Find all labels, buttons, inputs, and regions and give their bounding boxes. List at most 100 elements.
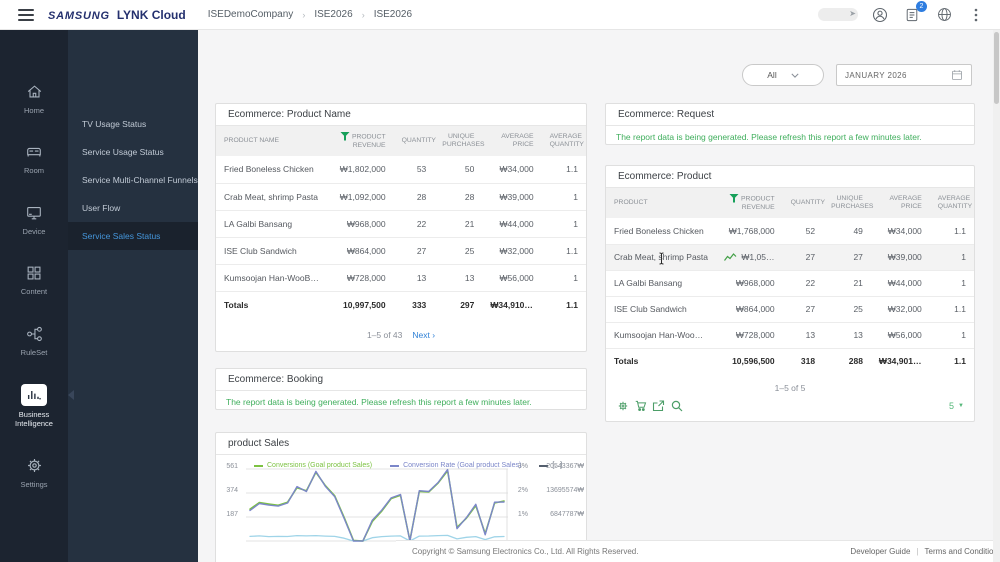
submenu-item-tv-usage-status[interactable]: TV Usage Status [68,110,198,138]
table-row[interactable]: Crab Meat, shrimp Pasta ₩1,092,000 28 28 ₩39… [216,183,586,211]
sidebar-item-ruleset[interactable]: RuleSet [0,324,68,357]
page-size-select[interactable]: 5 ▼ [949,401,964,411]
column-header[interactable]: AVERAGE PRICE [482,126,542,156]
cart-icon [635,400,646,411]
table-cell: ₩1,802,000 [327,156,394,184]
page-footer: Copyright © Samsung Electronics Co., Ltd… [396,540,1000,562]
sidebar-item-home[interactable]: Home [0,82,68,115]
column-header[interactable]: UNIQUE PURCHASES [823,188,873,218]
vertical-scrollbar[interactable] [993,30,1000,562]
table-cell: 1 [929,244,974,271]
notifications-button[interactable]: 2 [902,0,927,25]
gear-icon [618,401,627,410]
sidebar-item-business-intelligence[interactable]: Business Intelligence [0,383,68,429]
submenu-item-service-sales-status[interactable]: Service Sales Status [68,222,198,250]
search-input-collapsed[interactable]: ➤ [818,8,858,21]
scrollbar-thumb[interactable] [994,32,999,104]
right-axis-won-tick: 6847787₩ [550,511,584,518]
table-cell: 1 [541,210,586,238]
table-cell: Fried Boneless Chicken [606,218,717,245]
column-header[interactable]: AVERAGE PRICE [870,188,930,218]
column-header[interactable]: QUANTITY [782,188,825,218]
submenu-item-user-flow[interactable]: User Flow [68,194,198,222]
footer-links: Developer Guide | Terms and Conditions |… [850,547,1000,556]
sidebar-item-device[interactable]: Device [0,203,68,236]
column-header[interactable]: UNIQUE PURCHASES [434,126,485,156]
table-cell: ₩39,000 [482,183,542,211]
table-row[interactable]: Fried Boneless Chicken ₩1,802,000 53 50 ₩34,… [216,156,586,184]
hamburger-menu-icon[interactable] [18,8,34,21]
table-cell: ₩44,000 [870,270,930,297]
table-header-row: PRODUCT NAME PRODUCT REVENUE QUANTITY UNIQU… [216,126,586,156]
table-cell: 13 [823,322,871,349]
app-window: SAMSUNG LYNK Cloud ISEDemoCompany › ISE2… [0,0,1000,562]
table-cell: 1 [929,270,974,297]
submenu-item-service-usage-status[interactable]: Service Usage Status [68,138,198,166]
text-cursor [659,252,664,265]
table-row[interactable]: Kumsoojan Han-WooBeef Tartar B...₩728,00… [606,322,974,349]
table-cell: 49 [823,218,871,245]
table-cell: ₩728,000 [327,264,394,292]
sidebar-item-settings[interactable]: Settings [0,456,68,489]
submenu-item-service-multi-channel-funnels[interactable]: Service Multi-Channel Funnels [68,166,198,194]
page-range-label: 1–5 of 43 [366,330,403,340]
table-cell: ₩34,000 [870,218,930,245]
zoom-button[interactable] [670,399,683,412]
table-cell: 1 [541,264,586,292]
table-cell: ISE Club Sandwich [216,237,327,265]
totals-cell: 1.1 [929,347,974,374]
table-cell: 13 [393,264,435,292]
footer-link-terms[interactable]: Terms and Conditions [925,547,1000,556]
profile-button[interactable] [870,5,890,25]
table-row[interactable]: ISE Club Sandwich ₩864,000 27 25 ₩32,000 1.1 [606,296,974,323]
active-section-pointer [68,390,74,400]
table-cell: 1.1 [929,218,974,245]
export-icon [652,399,665,411]
table-cell: LA Galbi Bansang [216,210,327,238]
product-name-table: PRODUCT NAME PRODUCT REVENUE QUANTITY UNIQU… [216,126,586,318]
breadcrumb-page[interactable]: ISE2026 [374,9,412,20]
breadcrumb-company[interactable]: ISEDemoCompany [208,9,294,20]
column-header[interactable]: PRODUCT NAME [216,126,327,156]
table-cell: Kumsoojan Han-WooBeef Tartar B... [216,264,327,292]
sidebar-item-label: Settings [20,479,48,489]
footer-link-developer-guide[interactable]: Developer Guide [850,547,910,556]
column-header[interactable]: PRODUCT [606,188,717,218]
table-row[interactable]: Fried Boneless Chicken ₩1,768,000 52 49 ₩34,… [606,218,974,245]
language-button[interactable] [934,5,954,25]
y-axis-tick: 561 [226,463,238,470]
app-logo[interactable]: SAMSUNG LYNK Cloud [48,8,186,22]
breadcrumb-site[interactable]: ISE2026 [314,9,352,20]
sidebar-item-room[interactable]: Room [0,142,68,175]
table-row[interactable]: ISE Club Sandwich ₩864,000 27 25 ₩32,000 1.1 [216,237,586,265]
column-header[interactable]: PRODUCT REVENUE [327,126,394,156]
table-row[interactable]: LA Galbi Bansang ₩968,000 22 21 ₩44,000 1 [606,270,974,297]
sidebar-item-content[interactable]: Content [0,263,68,296]
more-menu-button[interactable] [966,5,986,25]
breadcrumb: ISEDemoCompany › ISE2026 › ISE2026 [208,9,412,20]
table-row[interactable]: Kumsoojan Han-WooBeef Tartar B...₩728,00… [216,264,586,292]
ecommerce-booking-card: Ecommerce: Booking The report data is be… [215,368,587,410]
category-filter-select[interactable]: All [742,64,824,86]
right-axis-pct-tick: 2% [517,487,528,494]
table-cell: 1 [929,322,974,349]
table-header-row: PRODUCT PRODUCT REVENUE QUANTITY UNIQUE PUR… [606,188,974,218]
monitor-icon [27,206,41,220]
cart-button[interactable] [634,399,647,412]
export-button[interactable] [652,399,665,412]
column-header[interactable]: QUANTITY [393,126,436,156]
card-title: Ecommerce: Product [606,166,974,188]
table-toolbar [616,399,683,412]
table-row[interactable]: LA Galbi Bansang ₩968,000 22 21 ₩44,000 1 [216,210,586,238]
copyright-text: Copyright © Samsung Electronics Co., Ltd… [412,547,639,556]
report-settings-button[interactable] [616,399,629,412]
column-header[interactable]: PRODUCT REVENUE [716,188,783,218]
report-generating-message: The report data is being generated. Plea… [616,132,922,142]
bed-icon [27,148,41,157]
next-page-link[interactable]: Next › [412,330,435,340]
breadcrumb-separator-icon: › [361,9,365,20]
date-filter-input[interactable]: JANUARY 2026 [836,64,972,86]
filter-funnel-icon [340,132,350,141]
column-header[interactable]: AVERAGE QUANTITY [541,126,586,156]
column-header[interactable]: AVERAGE QUANTITY [929,188,974,218]
